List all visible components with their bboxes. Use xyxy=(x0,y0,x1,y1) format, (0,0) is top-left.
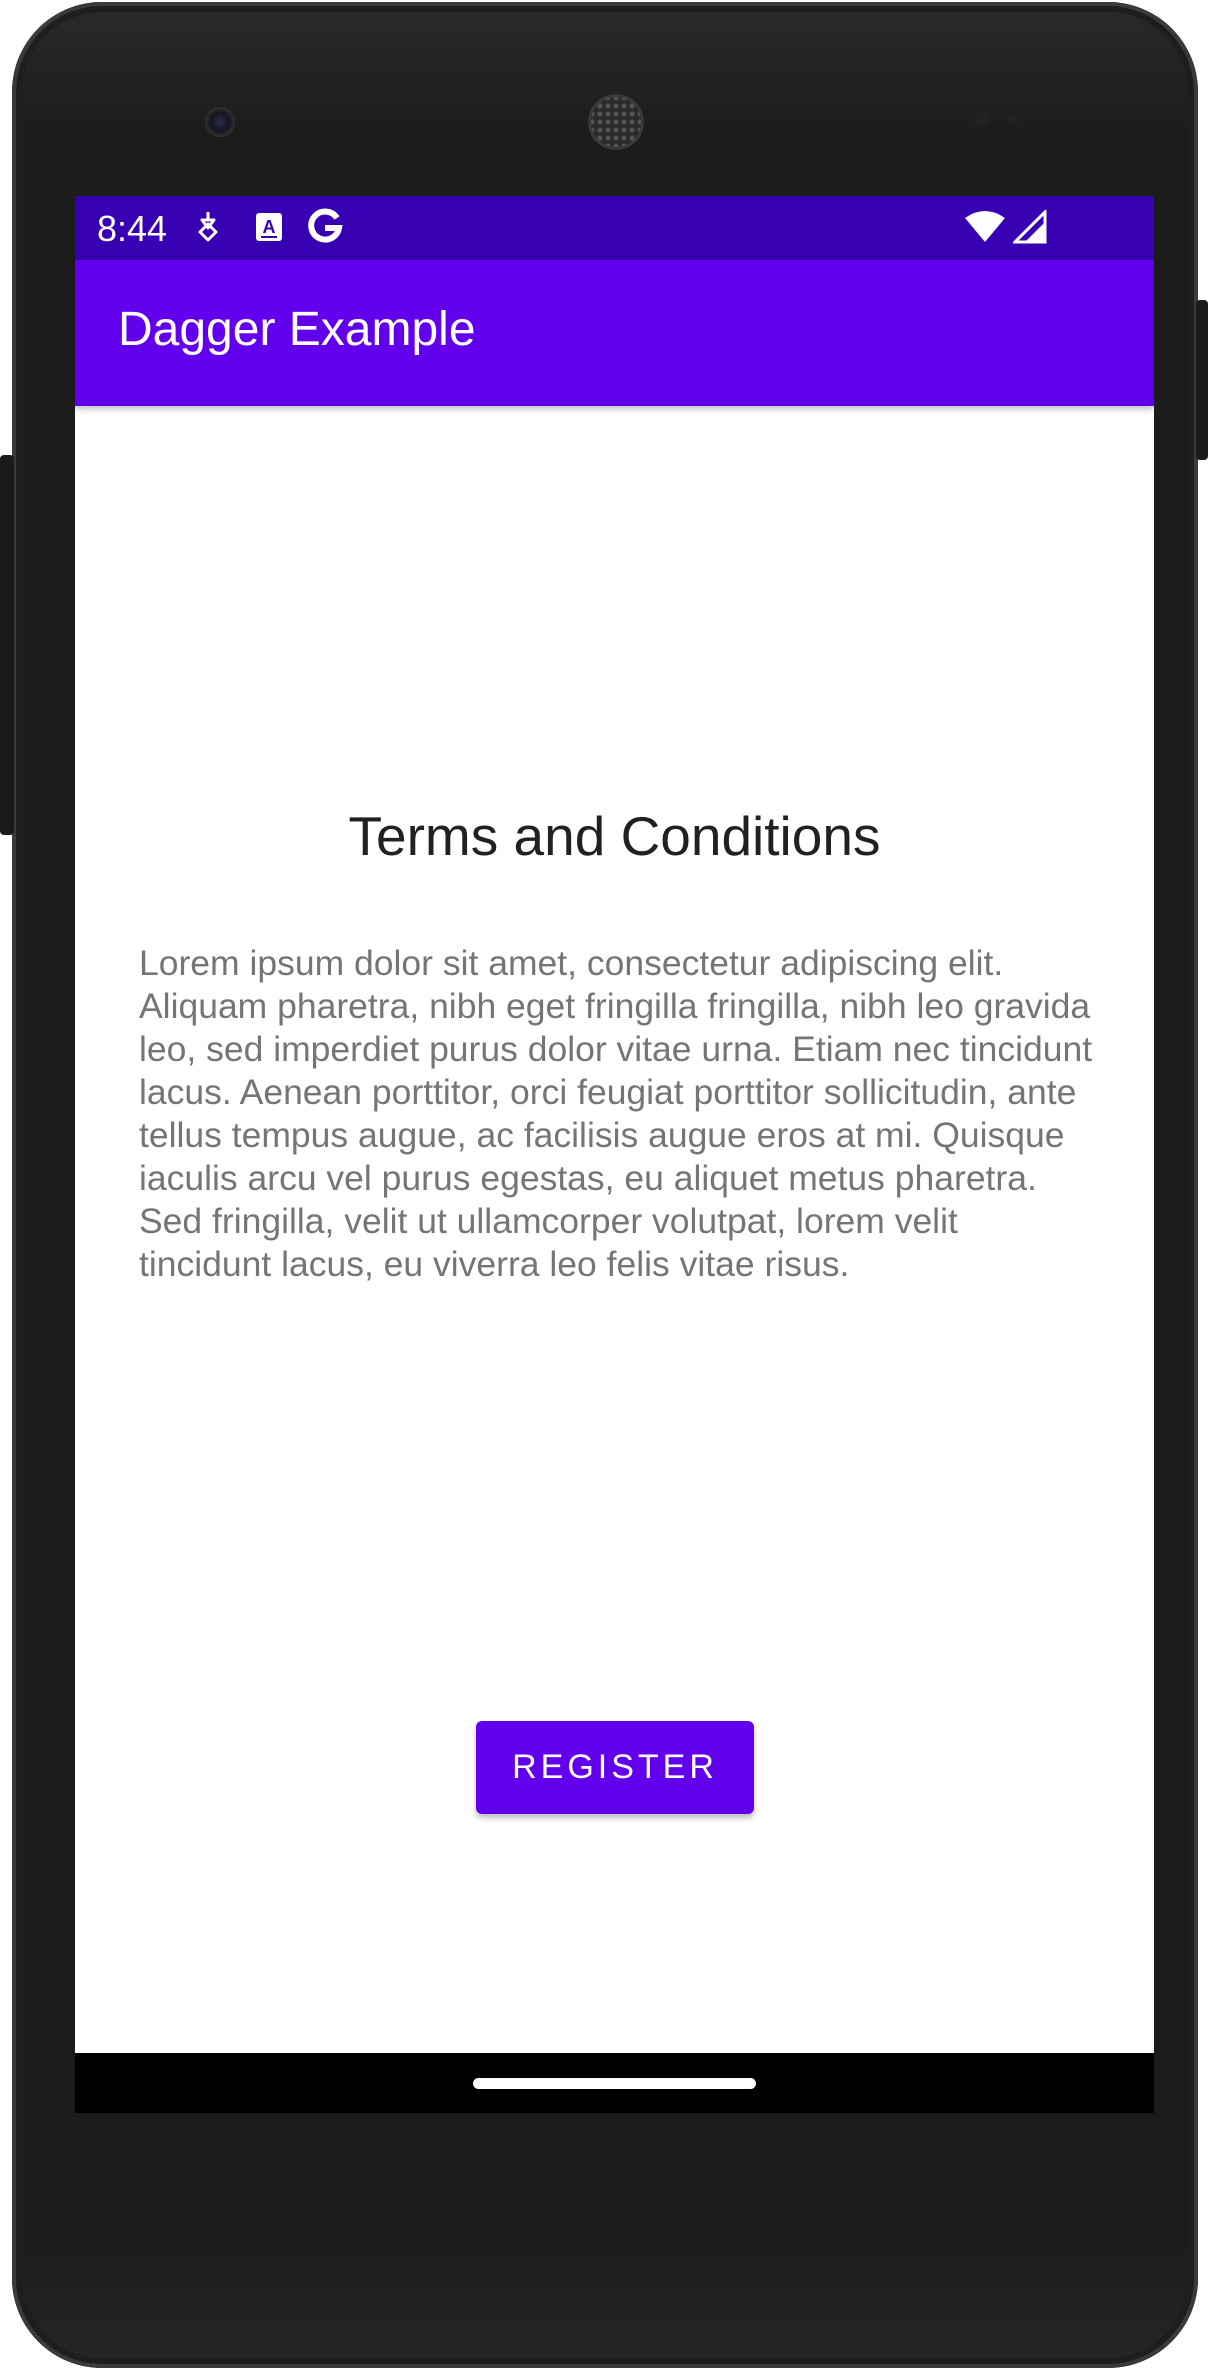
wifi-icon xyxy=(963,210,1007,249)
cellular-signal-icon xyxy=(1011,208,1047,249)
app-title: Dagger Example xyxy=(118,303,476,356)
status-time: 8:44 xyxy=(97,208,168,249)
proximity-sensor xyxy=(974,110,990,126)
navigation-bar xyxy=(75,2053,1154,2113)
volume-button xyxy=(1196,300,1208,460)
home-handle[interactable] xyxy=(473,2078,756,2089)
register-button[interactable]: REGISTER xyxy=(476,1721,754,1814)
screen: 8:44 A Dagger Example Terms and Conditio… xyxy=(75,196,1154,2113)
terms-heading: Terms and Conditions xyxy=(348,805,881,867)
svg-text:A: A xyxy=(263,217,276,237)
front-camera xyxy=(205,107,235,137)
power-button xyxy=(0,455,14,835)
light-sensor xyxy=(1008,113,1018,123)
status-bar: 8:44 A xyxy=(75,196,1154,260)
google-g-icon xyxy=(307,206,343,251)
phone-frame: 8:44 A Dagger Example Terms and Conditio… xyxy=(12,2,1198,2368)
location-pin-icon xyxy=(195,210,221,249)
earpiece-speaker xyxy=(588,94,644,150)
text-a-icon: A xyxy=(255,212,283,247)
terms-body-text: Lorem ipsum dolor sit amet, consectetur … xyxy=(139,943,1093,1284)
app-bar: Dagger Example xyxy=(75,260,1154,406)
